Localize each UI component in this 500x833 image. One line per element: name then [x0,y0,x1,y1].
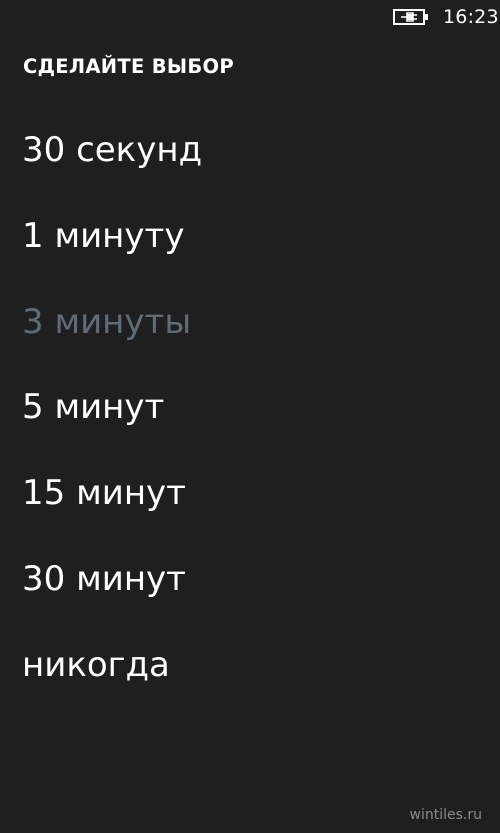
option-5-minutes[interactable]: 5 минут [0,383,500,469]
option-30-minutes[interactable]: 30 минут [0,555,500,641]
option-3-minutes[interactable]: 3 минуты [0,298,500,384]
option-1-minute[interactable]: 1 минуту [0,212,500,298]
option-list: 30 секунд 1 минуту 3 минуты 5 минут 15 м… [0,126,500,727]
picker-header: СДЕЛАЙТЕ ВЫБОР [23,55,235,78]
battery-charging-icon [393,8,429,26]
option-30-seconds[interactable]: 30 секунд [0,126,500,212]
status-bar: 16:23 [0,0,500,36]
option-never[interactable]: никогда [0,641,500,727]
watermark: wintiles.ru [409,807,482,823]
status-time: 16:23 [443,6,499,28]
option-15-minutes[interactable]: 15 минут [0,469,500,555]
